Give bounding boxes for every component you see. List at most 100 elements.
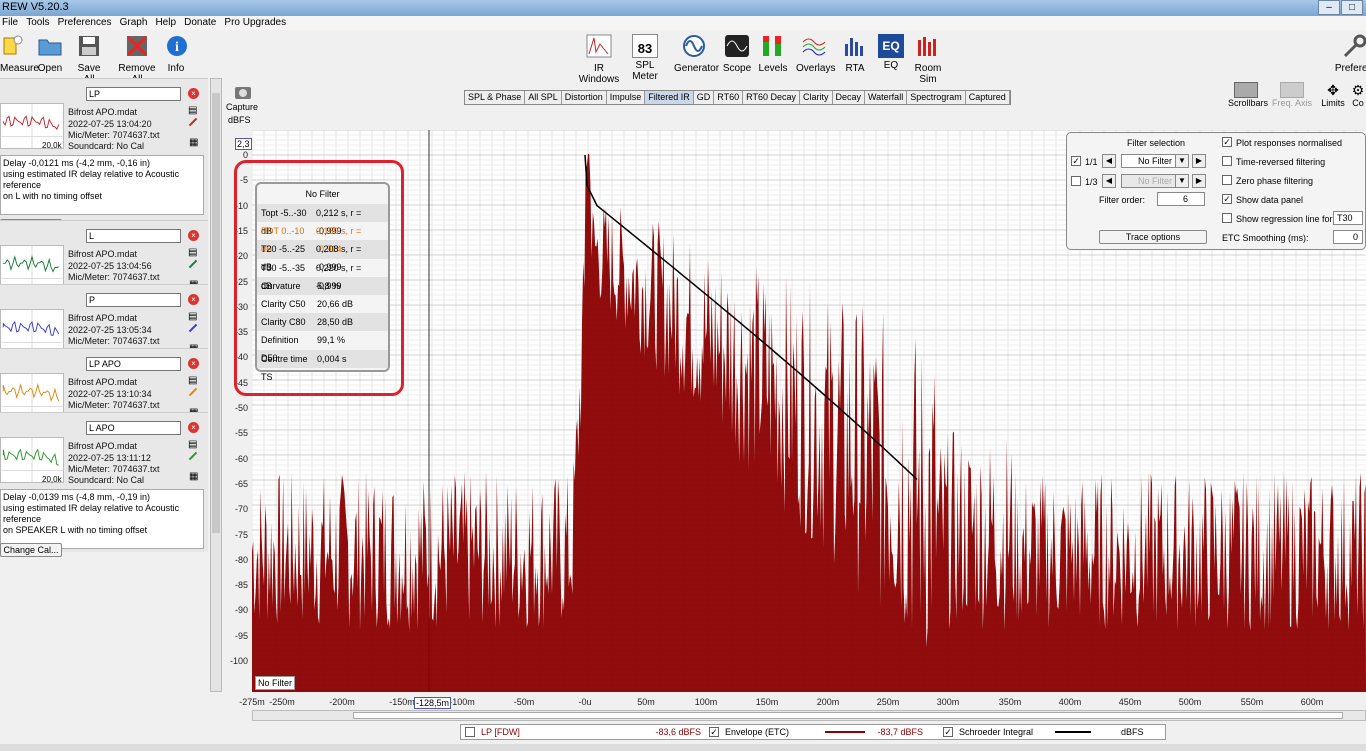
capture-button[interactable]: Capture [226,84,258,112]
time-reversed-checkbox[interactable] [1222,156,1232,166]
rta-button[interactable]: RTA [842,34,868,74]
generator-button[interactable]: Generator [674,34,719,74]
etc-smoothing-input[interactable]: 0 [1333,230,1363,244]
delete-measurement-icon[interactable]: × [188,88,199,99]
open-button[interactable]: Open [36,34,64,74]
filter-row2-prev[interactable]: ◀ [1102,174,1116,188]
freq-axis-button[interactable]: Freq. Axis [1272,82,1312,108]
menu-help[interactable]: Help [155,17,176,28]
measurement-name-field[interactable]: LP APO [86,357,181,371]
cursor-x-value[interactable]: -128,5m [414,697,452,709]
filter-row1-checkbox[interactable]: ✓ [1071,156,1081,166]
scrollbars-button[interactable]: Scrollbars [1228,82,1268,108]
graph-scrollbar[interactable] [252,710,1366,721]
menu-graph[interactable]: Graph [120,17,148,28]
measurement-notes[interactable]: Delay -0,0121 ms (-4,2 mm, -0,16 in) usin… [0,155,204,215]
change-cal-button[interactable]: Change Cal... [0,543,62,557]
maximize-button[interactable]: □ [1341,0,1363,15]
tab-gd[interactable]: GD [694,91,715,104]
filter-row1-prev[interactable]: ◀ [1102,154,1116,168]
filter-row1-next[interactable]: ▶ [1192,154,1206,168]
menu-pro-upgrades[interactable]: Pro Upgrades [224,17,286,28]
tab-clarity[interactable]: Clarity [800,91,833,104]
scope-button[interactable]: Scope [722,34,752,74]
legend-envelope-checkbox[interactable]: ✓ [709,727,719,737]
legend-lp-checkbox[interactable] [465,727,475,737]
measurement-item[interactable]: L×20,0kBifrost APO.mdat2022-07-25 13:04:… [0,220,208,293]
controls-button[interactable]: ⚙ Co [1350,82,1366,108]
regression-select[interactable]: T30 [1333,211,1363,225]
tab-distortion[interactable]: Distortion [562,91,607,104]
filter-row2-dropdown[interactable]: ▼ [1175,174,1189,188]
delete-measurement-icon[interactable]: × [188,230,199,241]
info-button[interactable]: i Info [164,34,188,74]
tab-spl-phase[interactable]: SPL & Phase [465,91,526,104]
levels-button[interactable]: Levels [758,34,788,74]
measurement-item[interactable]: LP × 20,0k Bifrost APO.mdat 2022-07-25 13:04… [0,78,208,233]
plot-normalised-checkbox[interactable]: ✓ [1222,137,1232,147]
tab-all-spl[interactable]: All SPL [525,91,562,104]
measurement-item[interactable]: L APO × 20,0k Bifrost APO.mdat 2022-07-25 13… [0,412,208,557]
x-tick-label: 450m [1118,697,1142,707]
y-axis-top-value[interactable]: 2,3 [235,138,252,150]
notes-icon[interactable]: ▦ [189,471,198,482]
tab-spectrogram[interactable]: Spectrogram [907,91,966,104]
legend-lp-value: -83,6 dBFS [655,727,701,737]
preferences-button[interactable]: Preferen [1334,34,1366,74]
spl-meter-button[interactable]: 83 SPL Meter [626,34,664,82]
trace-color-icon[interactable] [188,323,198,333]
menu-donate[interactable]: Donate [184,17,216,28]
trace-color-icon[interactable] [188,387,198,397]
trace-options-button[interactable]: Trace options [1099,230,1207,244]
tab-filtered-ir[interactable]: Filtered IR [645,91,694,104]
limits-label: Limits [1321,98,1345,108]
filter-row1-dropdown[interactable]: ▼ [1175,154,1189,168]
measurement-name-field[interactable]: L APO [86,421,181,435]
limits-button[interactable]: ✥ Limits [1318,82,1348,108]
filter-row2-checkbox[interactable] [1071,176,1081,186]
trace-color-icon[interactable] [188,259,198,269]
zero-phase-checkbox[interactable] [1222,175,1232,185]
filter-row2-next[interactable]: ▶ [1192,174,1206,188]
tab-impulse[interactable]: Impulse [607,91,646,104]
menu-file[interactable]: File [2,17,18,28]
graph-view-icon[interactable]: ▤ [188,375,197,386]
measurement-name-field[interactable]: P [86,293,181,307]
measure-button[interactable]: Measure [0,34,39,74]
graph-view-icon[interactable]: ▤ [188,439,197,450]
tab-captured[interactable]: Captured [966,91,1010,104]
delete-measurement-icon[interactable]: × [188,294,199,305]
trace-color-icon[interactable] [188,451,198,461]
overlays-button[interactable]: Overlays [796,34,835,74]
tab-waterfall[interactable]: Waterfall [865,91,908,104]
measurement-name-field[interactable]: LP [86,87,181,101]
ir-windows-button[interactable]: IR Windows [576,34,622,85]
filter-order-select[interactable]: 6 [1157,192,1205,206]
eq-button[interactable]: EQ EQ [878,34,904,71]
measurement-name-field[interactable]: L [86,229,181,243]
menu-tools[interactable]: Tools [26,17,49,28]
measurement-item[interactable]: LP APO×20,0kBifrost APO.mdat2022-07-25 1… [0,348,208,421]
tab-decay[interactable]: Decay [833,91,866,104]
show-regression-checkbox[interactable] [1222,213,1232,223]
minimize-button[interactable]: – [1318,0,1340,15]
tab-rt60[interactable]: RT60 [714,91,744,104]
measurement-item[interactable]: P×20,0kBifrost APO.mdat2022-07-25 13:05:… [0,284,208,357]
graph-view-icon[interactable]: ▤ [188,311,197,322]
room-sim-button[interactable]: Room Sim [908,34,948,85]
graph-view-icon[interactable]: ▤ [188,247,197,258]
notes-icon[interactable]: ▦ [189,137,198,148]
measurement-notes[interactable]: Delay -0,0139 ms (-4,8 mm, -0,19 in) usin… [0,489,204,549]
legend-schroeder-checkbox[interactable]: ✓ [943,727,953,737]
scrollbar-thumb[interactable] [212,93,220,533]
remove-icon [126,35,148,57]
graph-scrollbar-thumb[interactable] [353,712,1343,719]
delete-measurement-icon[interactable]: × [188,422,199,433]
panel-scrollbar[interactable] [210,78,222,692]
menu-preferences[interactable]: Preferences [58,17,112,28]
show-data-panel-checkbox[interactable]: ✓ [1222,194,1232,204]
tab-rt60-decay[interactable]: RT60 Decay [743,91,800,104]
trace-color-icon[interactable] [188,117,198,127]
delete-measurement-icon[interactable]: × [188,358,199,369]
graph-view-icon[interactable]: ▤ [188,105,197,116]
